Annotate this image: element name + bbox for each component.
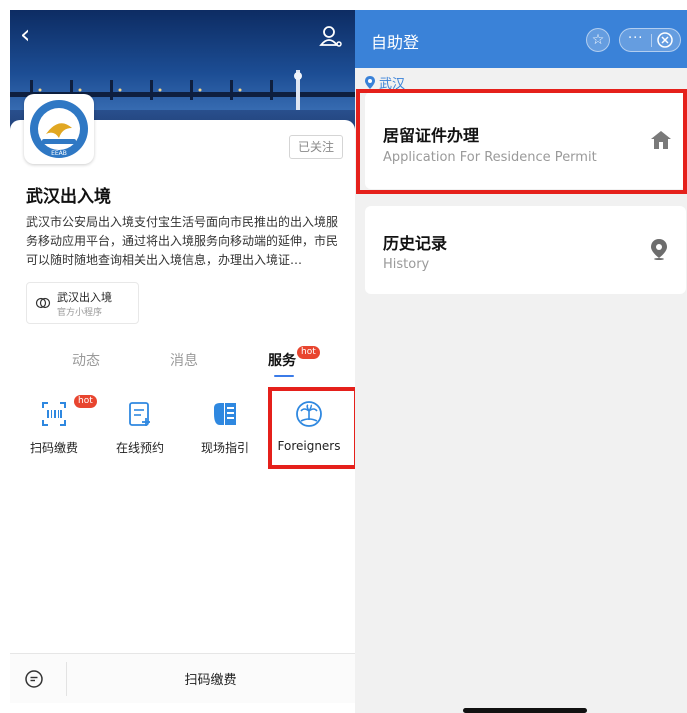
service-label: 现场指引 (200, 441, 249, 455)
screenshot-root: ‹ EEAB 已关注 武汉出入境 武汉市公安局出入境支付宝生活号面向市民推出的出… (0, 0, 687, 713)
bottom-menu-scan-pay[interactable]: 扫码缴费 (66, 669, 355, 688)
more-options-icon[interactable]: ··· (628, 31, 643, 46)
tab-services[interactable]: 服务 (268, 350, 296, 370)
home-indicator (463, 708, 587, 713)
mini-program-header: 自助登 ☆ ··· (355, 10, 687, 68)
page-title: 自助登 (371, 33, 420, 52)
annotation-highlight-box (268, 387, 355, 469)
capsule-menu: ··· (619, 28, 681, 52)
tab-dynamics[interactable]: 动态 (72, 350, 100, 370)
mini-program-card[interactable]: 武汉出入境 官方小程序 (26, 282, 139, 324)
building-guide-icon (214, 403, 236, 425)
self-service-page: 自助登 ☆ ··· 武汉 居留证件办理 Application For Resi… (355, 10, 687, 713)
hot-badge: hot (297, 346, 320, 359)
follow-button[interactable]: 已关注 (288, 135, 343, 159)
history-card[interactable]: 历史记录 History (365, 206, 686, 294)
capsule-divider (651, 34, 652, 47)
close-circle-icon[interactable] (656, 31, 674, 49)
back-chevron-icon[interactable]: ‹ (20, 22, 30, 48)
menu-subtitle: History (383, 257, 430, 272)
account-description: 武汉市公安局出入境支付宝生活号面向市民推出的出入境服务移动应用平台，通过将出入境… (26, 215, 339, 267)
account-tabs: 动态 消息 服务 hot (10, 346, 355, 380)
annotation-highlight-box (356, 89, 687, 194)
map-pin-icon (365, 76, 375, 89)
service-scan-pay[interactable]: hot 扫码缴费 (14, 395, 97, 465)
service-label: 扫码缴费 (29, 441, 78, 455)
account-name: 武汉出入境 (26, 187, 111, 207)
bottom-bar: 扫码缴费 (10, 653, 355, 703)
service-hot-badge: hot (74, 395, 97, 408)
service-online-booking[interactable]: 在线预约 (100, 395, 180, 465)
eeab-emblem-icon: EEAB (30, 100, 88, 158)
active-tab-indicator (274, 375, 294, 377)
service-onsite-guide[interactable]: 现场指引 (185, 395, 265, 465)
mini-program-name: 武汉出入境 (57, 291, 112, 304)
eeab-logo: EEAB (24, 94, 94, 164)
service-label: 在线预约 (115, 441, 164, 455)
mini-program-subtitle: 官方小程序 (57, 308, 103, 318)
edit-document-icon (129, 402, 150, 426)
scan-barcode-icon (42, 402, 66, 426)
svg-text:EEAB: EEAB (51, 150, 67, 157)
menu-title: 历史记录 (383, 234, 448, 253)
chat-bubble-icon[interactable] (24, 669, 44, 689)
mini-program-icon (35, 297, 51, 309)
tab-messages[interactable]: 消息 (170, 350, 198, 370)
star-favorite-icon[interactable]: ☆ (586, 28, 610, 52)
alipay-account-page: ‹ EEAB 已关注 武汉出入境 武汉市公安局出入境支付宝生活号面向市民推出的出… (10, 10, 355, 713)
user-profile-icon[interactable] (319, 24, 343, 48)
location-pin-icon (651, 239, 667, 260)
